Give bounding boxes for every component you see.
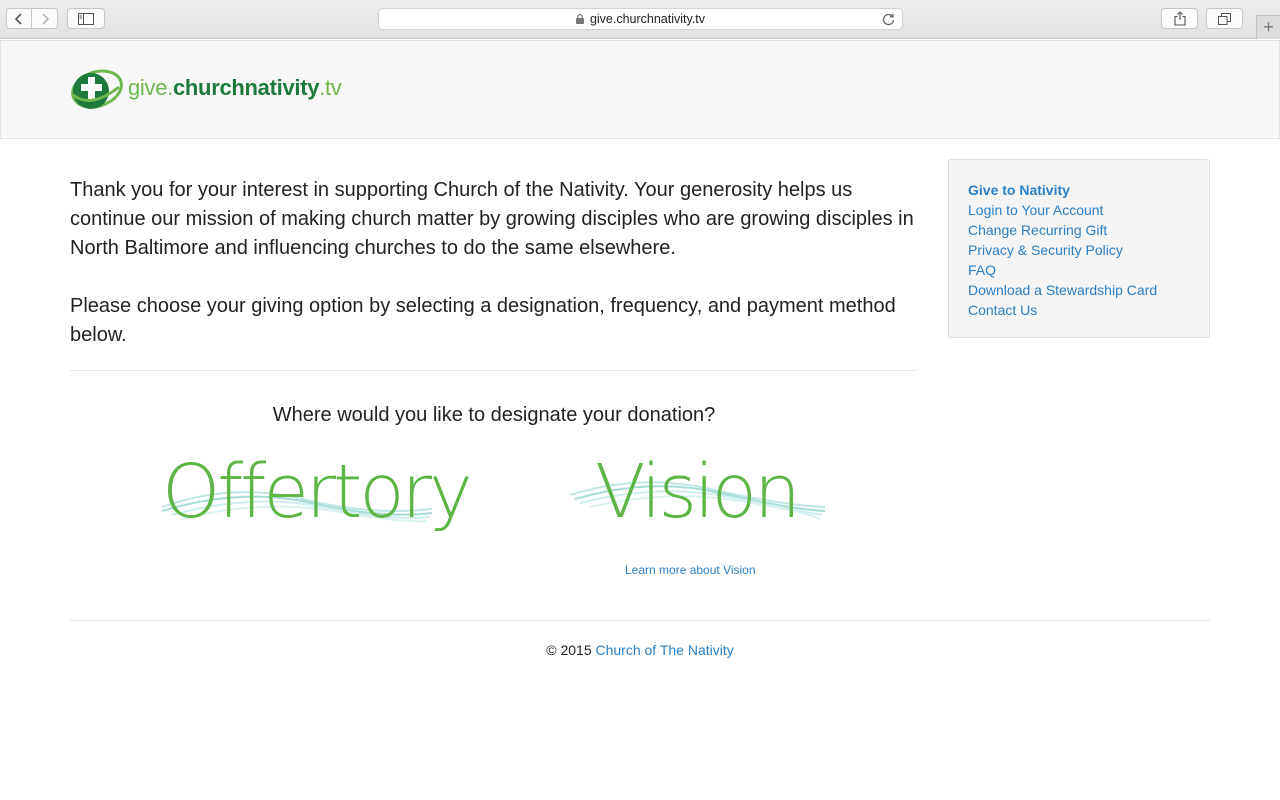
content-divider — [70, 370, 918, 371]
logo-give: give. — [128, 75, 173, 100]
offertory-option[interactable]: Offertory — [162, 447, 473, 542]
designation-options: Offertory Vision Learn more about Vision — [70, 427, 918, 577]
sidebar-icon — [78, 12, 94, 25]
site-header: give.churchnativity.tv — [0, 40, 1280, 139]
new-tab-button[interactable]: + — [1256, 15, 1280, 39]
show-tabs-button[interactable] — [1206, 8, 1243, 29]
designation-question: Where would you like to designate your d… — [272, 404, 716, 426]
footer-divider — [70, 620, 1210, 621]
browser-toolbar: give.churchnativity.tv + — [0, 0, 1280, 39]
forward-button[interactable] — [32, 8, 58, 29]
back-button[interactable] — [6, 8, 32, 29]
intro: Thank you for your interest in supportin… — [70, 176, 918, 350]
lock-icon — [575, 14, 584, 24]
intro-paragraph: Thank you for your interest in supportin… — [70, 179, 914, 259]
back-icon — [15, 12, 22, 25]
sidebar-item-faq[interactable]: FAQ — [968, 260, 1190, 280]
address-url: give.churchnativity.tv — [589, 12, 706, 26]
offertory-label: Offertory — [162, 449, 473, 535]
sidebar-item-privacy[interactable]: Privacy & Security Policy — [968, 240, 1190, 260]
sidebar-item-login[interactable]: Login to Your Account — [968, 200, 1190, 220]
sidebar-item-give[interactable]: Give to Nativity — [968, 180, 1190, 200]
sidebar-item-recurring[interactable]: Change Recurring Gift — [968, 220, 1190, 240]
vision-option[interactable]: Vision — [570, 447, 830, 535]
learn-more-vision-link[interactable]: Learn more about Vision — [625, 563, 756, 577]
address-bar[interactable]: give.churchnativity.tv — [378, 8, 903, 30]
site-logo[interactable]: give.churchnativity.tv — [71, 65, 342, 109]
sidebar-toggle-button[interactable] — [67, 8, 105, 29]
share-icon — [1173, 11, 1186, 26]
history-nav — [6, 8, 58, 29]
tabs-icon — [1218, 12, 1231, 25]
instruction-paragraph: Please choose your giving option by sele… — [70, 295, 896, 346]
footer-org-link[interactable]: Church of The Nativity — [596, 642, 734, 658]
plus-icon: + — [1263, 17, 1274, 37]
logo-main: churchnativity — [172, 75, 320, 100]
logo-wordmark: give.churchnativity.tv — [128, 75, 342, 101]
forward-icon — [41, 12, 49, 25]
footer: © 2015 Church of The Nativity — [0, 642, 1280, 658]
logo-tv: .tv — [319, 75, 342, 100]
share-button[interactable] — [1161, 8, 1198, 29]
sidebar-item-contact[interactable]: Contact Us — [968, 300, 1190, 320]
sidebar-item-stewardship[interactable]: Download a Stewardship Card — [968, 280, 1190, 300]
reload-icon[interactable] — [882, 12, 895, 26]
copyright-text: © 2015 — [546, 642, 592, 658]
vision-label: Vision — [595, 449, 801, 535]
sidebar-nav: Give to Nativity Login to Your Account C… — [948, 159, 1210, 338]
main-content: Thank you for your interest in supportin… — [70, 176, 918, 577]
cross-logo-icon — [71, 69, 123, 109]
